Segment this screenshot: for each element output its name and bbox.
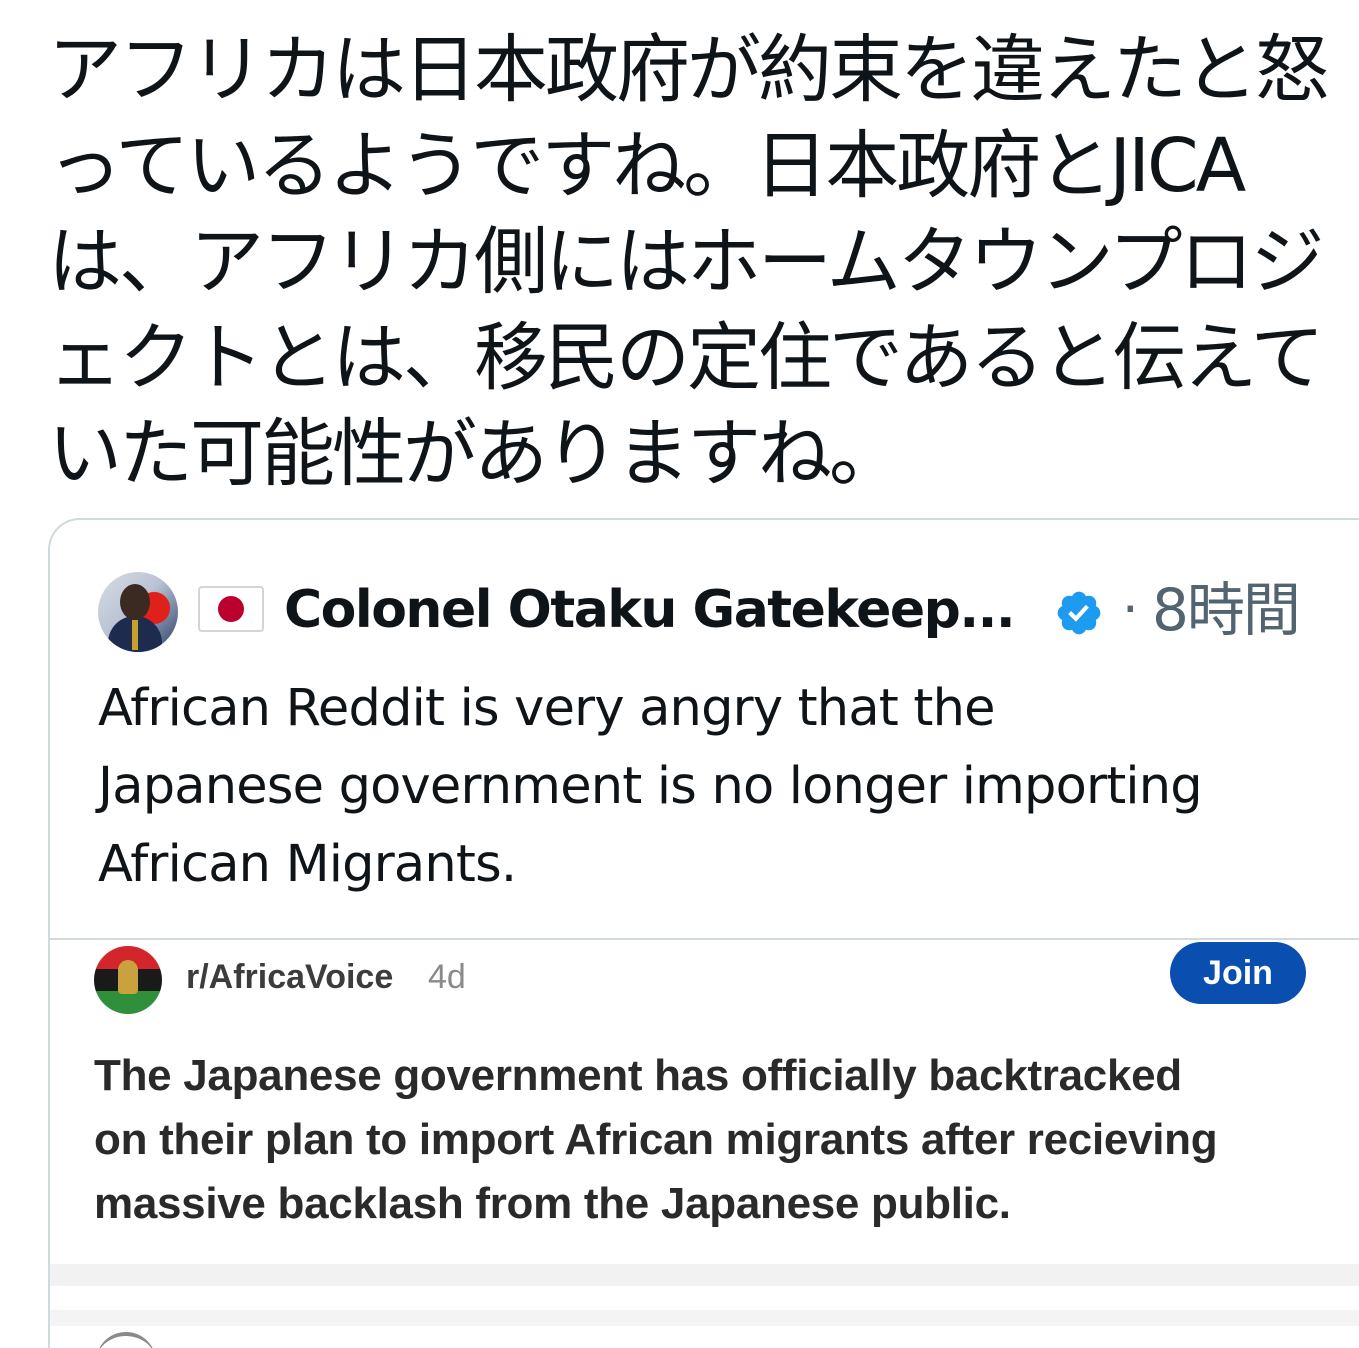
reddit-post-title: The Japanese government has officially b… (94, 1044, 1359, 1236)
quoted-text-line: Japanese government is no longer importi… (98, 757, 1203, 816)
author-name[interactable]: Colonel Otaku Gatekeep... (284, 578, 1016, 642)
tweet-text-line: いた可能性がありますね。 (48, 411, 903, 497)
quoted-text-line: African Reddit is very angry that the (98, 679, 996, 738)
quoted-tweet-header: Colonel Otaku Gatekeep... · 8時間 (98, 572, 1358, 652)
reddit-title-line: The Japanese government has officially b… (94, 1051, 1182, 1100)
subreddit-icon (94, 946, 162, 1014)
divider (50, 1264, 1359, 1286)
post-age: 4d (428, 958, 466, 996)
next-post-avatar (96, 1332, 156, 1348)
join-button: Join (1170, 942, 1306, 1004)
separator-dot: · (1122, 580, 1139, 640)
post-time[interactable]: 8時間 (1152, 578, 1301, 642)
tweet-text-line: アフリカは日本政府が約束を違えたと怒 (48, 27, 1329, 113)
quoted-text-line: African Migrants. (98, 835, 517, 894)
tweet-text: アフリカは日本政府が約束を違えたと怒 っているようですね。日本政府とJICA は… (48, 22, 1348, 502)
reddit-title-line: massive backlash from the Japanese publi… (94, 1179, 1011, 1228)
reddit-title-line: on their plan to import African migrants… (94, 1115, 1218, 1164)
divider (50, 1310, 1359, 1326)
japan-flag-icon (198, 586, 264, 632)
verified-badge-icon (1057, 591, 1101, 635)
tweet-text-line: ェクトとは、移民の定住であると伝えて (48, 315, 1325, 401)
quoted-tweet-card[interactable]: Colonel Otaku Gatekeep... · 8時間 African … (48, 518, 1359, 1348)
attached-image[interactable]: r/AfricaVoice 4d Join The Japanese gover… (50, 938, 1359, 1348)
tweet-text-line: っているようですね。日本政府とJICA (48, 123, 1246, 209)
tweet-text-line: は、アフリカ側にはホームタウンプロジ (48, 219, 1325, 305)
subreddit-name: r/AfricaVoice (186, 958, 394, 996)
author-avatar[interactable] (98, 572, 178, 652)
reddit-post-header: r/AfricaVoice 4d Join (94, 942, 1354, 1014)
quoted-tweet-text: African Reddit is very angry that the Ja… (98, 670, 1328, 904)
